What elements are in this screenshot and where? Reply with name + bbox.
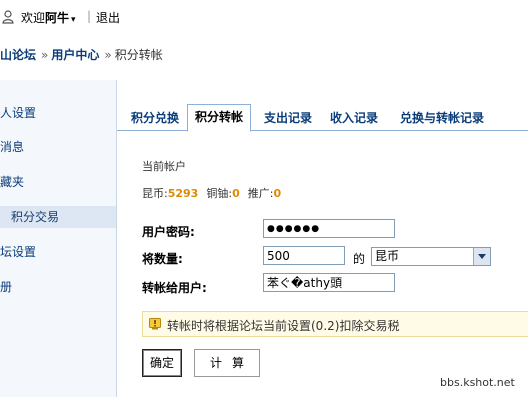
username[interactable]: 阿牛	[45, 11, 69, 25]
topbar-separator: |	[87, 9, 92, 23]
tab-expense-records[interactable]: 支出记录	[260, 106, 316, 130]
sidebar-item-label: 收藏夹	[0, 175, 25, 189]
amount-label: 将数量:	[142, 252, 183, 266]
currency-select-value: 昆币	[375, 249, 400, 263]
of-label: 的	[353, 252, 366, 266]
dropdown-arrow-icon[interactable]	[473, 248, 490, 265]
welcome-prefix: 欢迎	[21, 11, 46, 25]
lightbulb-icon	[149, 318, 161, 330]
sidebar-item-messages[interactable]: 短消息	[0, 137, 116, 157]
password-field[interactable]: ●●●●●●	[263, 219, 395, 238]
breadcrumb-forum-link[interactable]: 昆山论坛	[0, 48, 36, 62]
tab-exchange-transfer-records[interactable]: 兑换与转帐记录	[394, 106, 490, 130]
tax-notice-text: 转帐时将根据论坛当前设置(0.2)扣除交易税	[167, 319, 400, 333]
sidebar: 个人设置 短消息 收藏夹 积分交易 论坛设置 相册	[0, 80, 116, 397]
tab-credit-transfer[interactable]: 积分转帐	[187, 104, 251, 132]
calculate-button[interactable]: 计算	[194, 349, 260, 377]
chevron-down-icon[interactable]: ▾	[71, 15, 76, 25]
breadcrumb-arrow-2: »	[104, 48, 112, 62]
tax-notice: 转帐时将根据论坛当前设置(0.2)扣除交易税	[142, 311, 528, 337]
tuiguang-value: 0	[273, 187, 282, 200]
sidebar-item-label: 个人设置	[0, 106, 37, 120]
breadcrumb: 昆山论坛»用户中心»积分转帐	[0, 46, 163, 63]
sidebar-item-label: 积分交易	[11, 210, 60, 224]
breadcrumb-arrow-1: »	[41, 48, 49, 62]
sidebar-item-label: 短消息	[0, 140, 25, 154]
welcome-text: 欢迎阿牛 ▾	[21, 9, 76, 26]
tab-credit-exchange[interactable]: 积分兑换	[127, 106, 183, 130]
amount-field[interactable]: 500	[263, 246, 345, 265]
target-user-label: 转帐给用户:	[142, 281, 207, 295]
sidebar-item-album[interactable]: 相册	[0, 277, 116, 297]
user-icon	[2, 10, 14, 24]
current-account-title: 当前帐户	[142, 160, 186, 173]
sidebar-item-personal-settings[interactable]: 个人设置	[0, 103, 116, 123]
sidebar-item-label: 论坛设置	[0, 245, 37, 259]
tuiguang-label: 推广:	[247, 187, 274, 200]
breadcrumb-user-center-link[interactable]: 用户中心	[51, 48, 99, 62]
sidebar-item-label: 相册	[0, 280, 13, 294]
sidebar-item-forum-settings[interactable]: 论坛设置	[0, 242, 116, 262]
target-user-field[interactable]: 苯ぐ�athy頭	[263, 273, 395, 292]
tongzhu-label: 铜铀:	[206, 187, 233, 200]
top-user-bar: 欢迎阿牛 ▾ | 退出	[0, 0, 528, 34]
logout-link[interactable]: 退出	[96, 9, 120, 26]
kunbi-label: 昆币:	[142, 187, 168, 200]
sidebar-item-favorites[interactable]: 收藏夹	[0, 172, 116, 192]
tab-income-records[interactable]: 收入记录	[326, 106, 382, 130]
sidebar-item-credit-trade[interactable]: 积分交易	[0, 206, 116, 228]
password-label: 用户密码:	[142, 225, 195, 239]
main-panel: 积分兑换 积分转帐 支出记录 收入记录 兑换与转帐记录 当前帐户 昆币:5293…	[116, 80, 528, 397]
breadcrumb-current: 积分转帐	[114, 48, 163, 62]
tongzhu-value: 0	[232, 187, 240, 200]
account-balances: 昆币:5293 铜铀:0 推广:0	[142, 185, 281, 201]
tab-bar: 积分兑换 积分转帐 支出记录 收入记录 兑换与转帐记录	[117, 100, 528, 132]
page: 欢迎阿牛▾ | 退出 昆山论坛»用户中心»积分转帐 个人设置 短消息 收藏夹 积…	[0, 0, 528, 397]
confirm-button[interactable]: 确定	[142, 349, 182, 377]
watermark: bbs.kshot.net	[440, 376, 515, 389]
kunbi-value: 5293	[167, 187, 199, 200]
currency-select[interactable]: 昆币	[371, 247, 491, 266]
